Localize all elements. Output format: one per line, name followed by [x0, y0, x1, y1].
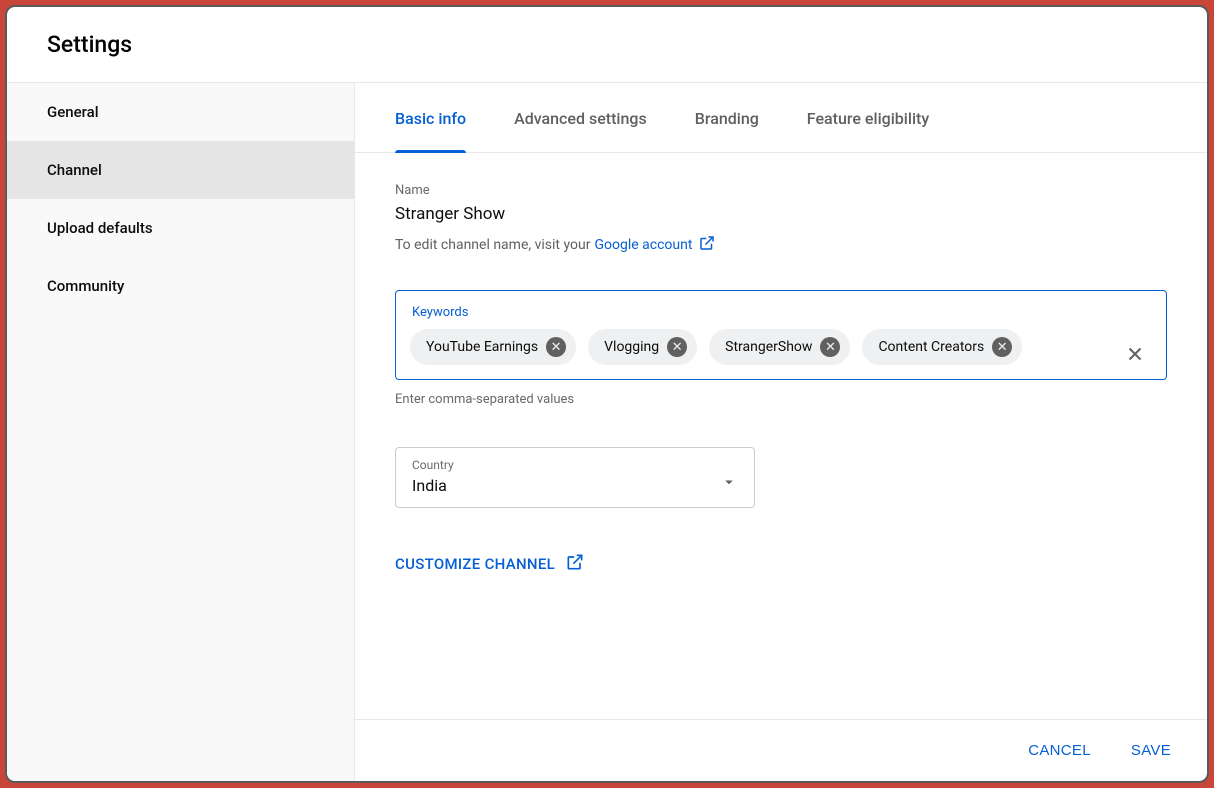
- tab-content: Name Stranger Show To edit channel name,…: [355, 153, 1207, 719]
- keyword-chip-label: Vlogging: [604, 339, 659, 355]
- sidebar-item-general[interactable]: General: [7, 83, 354, 141]
- sidebar-item-upload-defaults[interactable]: Upload defaults: [7, 199, 354, 257]
- customize-channel-link[interactable]: CUSTOMIZE CHANNEL: [395, 552, 585, 576]
- save-button[interactable]: SAVE: [1123, 736, 1179, 765]
- main-panel: Basic info Advanced settings Branding Fe…: [355, 83, 1207, 781]
- country-select[interactable]: Country India: [395, 447, 755, 508]
- sidebar: General Channel Upload defaults Communit…: [7, 83, 355, 781]
- remove-chip-icon[interactable]: ✕: [992, 337, 1012, 357]
- clear-keywords-icon[interactable]: [1124, 343, 1146, 369]
- channel-name: Stranger Show: [395, 204, 1167, 224]
- keyword-chip-label: YouTube Earnings: [426, 339, 538, 355]
- settings-dialog: Settings General Channel Upload defaults…: [5, 5, 1209, 783]
- cancel-button[interactable]: CANCEL: [1020, 736, 1099, 765]
- keywords-chips: YouTube Earnings ✕ Vlogging ✕ StrangerSh…: [410, 329, 1112, 365]
- chevron-down-icon: [720, 473, 738, 495]
- keyword-chip: StrangerShow ✕: [709, 329, 850, 365]
- edit-help-prefix: To edit channel name, visit your: [395, 237, 590, 253]
- open-external-icon: [565, 552, 585, 576]
- dialog-header: Settings: [7, 7, 1207, 83]
- dialog-footer: CANCEL SAVE: [355, 719, 1207, 781]
- tabs: Basic info Advanced settings Branding Fe…: [355, 83, 1207, 153]
- customize-channel-label: CUSTOMIZE CHANNEL: [395, 555, 555, 573]
- tab-branding[interactable]: Branding: [695, 83, 759, 152]
- keyword-chip: YouTube Earnings ✕: [410, 329, 576, 365]
- edit-name-help: To edit channel name, visit your Google …: [395, 234, 716, 256]
- google-account-link[interactable]: Google account: [594, 234, 716, 256]
- country-value: India: [412, 476, 454, 495]
- remove-chip-icon[interactable]: ✕: [667, 337, 687, 357]
- country-label: Country: [412, 458, 454, 472]
- dialog-body: General Channel Upload defaults Communit…: [7, 83, 1207, 781]
- tab-advanced-settings[interactable]: Advanced settings: [514, 83, 647, 152]
- keyword-chip-label: Content Creators: [878, 339, 984, 355]
- keyword-chip: Content Creators ✕: [862, 329, 1022, 365]
- remove-chip-icon[interactable]: ✕: [820, 337, 840, 357]
- name-label: Name: [395, 183, 1167, 198]
- google-account-link-text: Google account: [594, 237, 692, 253]
- keywords-label: Keywords: [412, 305, 468, 320]
- keywords-hint: Enter comma-separated values: [395, 392, 1167, 407]
- keyword-chip: Vlogging ✕: [588, 329, 697, 365]
- tab-basic-info[interactable]: Basic info: [395, 83, 466, 152]
- open-external-icon: [698, 234, 716, 256]
- sidebar-item-community[interactable]: Community: [7, 257, 354, 315]
- sidebar-item-channel[interactable]: Channel: [7, 141, 354, 199]
- dialog-title: Settings: [47, 31, 1183, 58]
- tab-feature-eligibility[interactable]: Feature eligibility: [807, 83, 929, 152]
- remove-chip-icon[interactable]: ✕: [546, 337, 566, 357]
- keyword-chip-label: StrangerShow: [725, 339, 812, 355]
- keywords-field[interactable]: Keywords YouTube Earnings ✕ Vlogging ✕ S…: [395, 290, 1167, 380]
